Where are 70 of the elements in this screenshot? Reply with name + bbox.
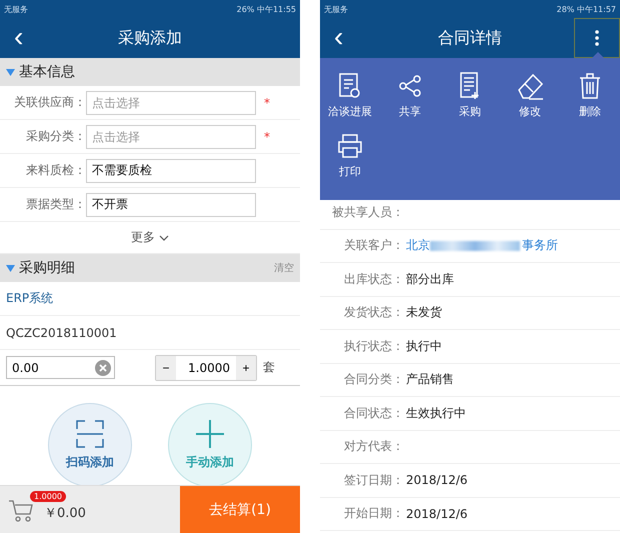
page-title: 合同详情 [438,28,502,48]
quantity-stepper[interactable]: − 1.0000 + [155,354,257,380]
more-menu-button[interactable] [574,18,620,58]
menu-item[interactable]: 打印 [320,132,380,192]
required-icon: * [264,130,270,144]
field-label: 出库状态： [343,270,404,288]
unit-text: 套 [263,359,275,376]
field-label: 合同状态： [343,404,404,422]
trash-icon [578,72,602,100]
field-label: 关联供应商： [13,94,86,111]
page-title: 采购添加 [118,28,182,48]
field-label: 关联客户： [343,237,404,254]
field-value: 未发货 [406,304,442,322]
menu-item[interactable]: 共享 [380,72,440,132]
field-value: 2018/12/6 [406,506,468,521]
status-text: 26% 中午11:55 [236,4,296,14]
triangle-icon [6,264,15,272]
back-button[interactable]: ‹ [8,22,30,52]
carrier-text: 无服务 [324,4,348,14]
back-button[interactable]: ‹ [328,22,350,52]
field-label: 发货状态： [343,304,404,322]
field-label: 合同分类： [343,371,404,388]
chevron-down-icon [159,234,169,240]
field-label: 被共享人员： [331,204,404,221]
field-label: 采购分类： [25,128,86,145]
field-label: 执行状态： [343,338,404,355]
customer-link[interactable]: 事务所 [522,237,558,254]
carrier-text: 无服务 [4,4,28,14]
input-field[interactable]: 点击选择 [86,124,256,148]
clipboard-icon [338,72,362,100]
printer-icon [337,132,363,160]
section-title: 基本信息 [19,63,75,81]
menu-item[interactable]: 洽谈进展 [320,72,380,132]
input-field[interactable]: 点击选择 [86,90,256,114]
item-code: QCZC2018110001 [6,326,117,340]
minus-button[interactable]: − [156,356,176,380]
field-label: 票据类型： [25,196,86,213]
field-value: 执行中 [406,338,442,355]
kebab-icon [595,30,599,46]
field-label: 签订日期： [343,472,404,489]
menu-item[interactable]: 采购 [440,72,500,132]
field-value: 2018/12/6 [406,473,468,488]
price-field[interactable]: 0.00 [6,356,115,379]
menu-item[interactable]: 删除 [560,72,620,132]
required-icon: * [264,96,270,110]
field-label: 对方代表： [343,438,404,456]
plus-icon [196,420,224,448]
input-field[interactable]: 不开票 [86,192,256,216]
clear-icon[interactable] [95,360,111,376]
eraser-icon [515,72,545,100]
section-header[interactable]: 基本信息 [0,58,300,86]
input-field[interactable]: 不需要质检 [86,158,256,182]
field-label: 来料质检： [25,162,86,179]
status-text: 28% 中午11:57 [556,4,616,14]
plus-button[interactable]: + [236,356,256,380]
field-value: 生效执行中 [406,404,466,422]
count-badge: 1.0000 [30,491,66,502]
total-text: ￥0.00 [44,504,86,522]
document-icon [459,72,481,100]
section-header[interactable]: 采购明细 清空 [0,254,300,282]
source-text: ERP系统 [6,290,54,307]
menu-item[interactable]: 修改 [500,72,560,132]
scan-icon [76,420,104,448]
field-value: 产品销售 [406,371,454,388]
customer-link[interactable]: 北京 [406,237,430,254]
section-title: 采购明细 [19,259,75,277]
field-label: 开始日期： [343,505,404,522]
field-value: 部分出库 [406,270,454,288]
scan-add-button[interactable]: 扫码添加 [48,403,132,487]
triangle-icon [6,68,15,76]
